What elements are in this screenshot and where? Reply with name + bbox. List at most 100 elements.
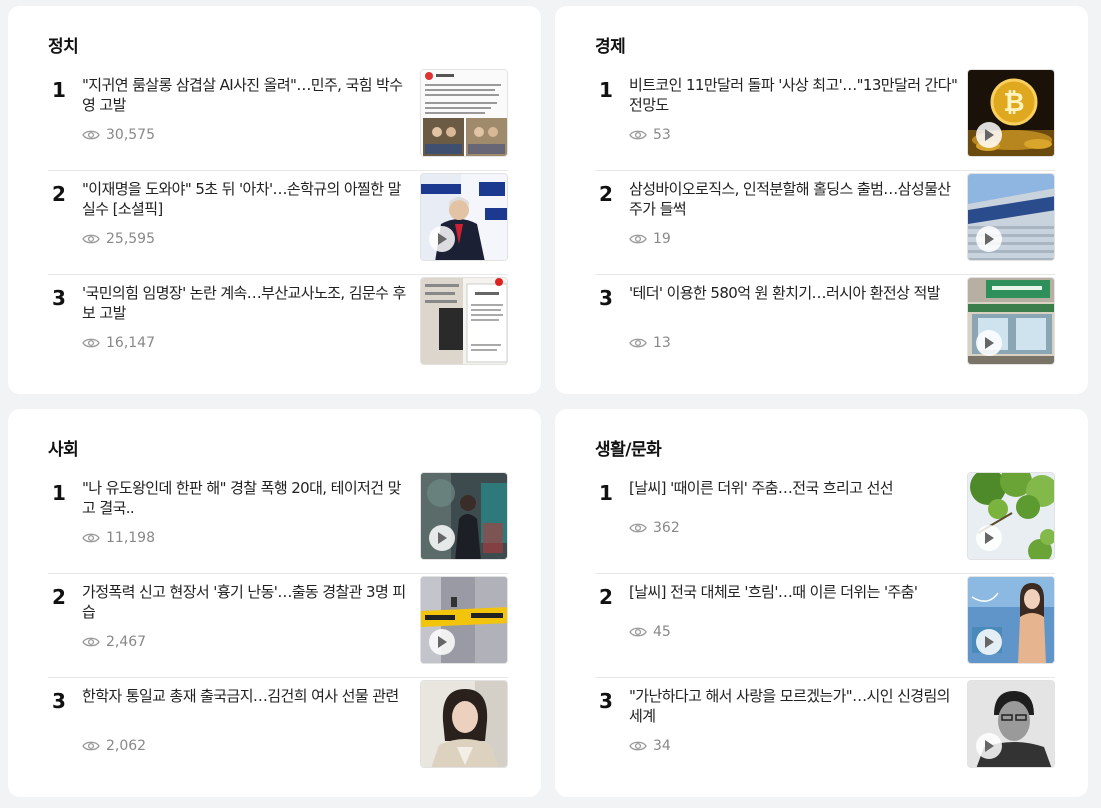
rank-number: 3 (52, 689, 66, 713)
thumbnail-image[interactable] (420, 472, 508, 560)
thumbnail-image[interactable] (967, 173, 1055, 261)
eye-icon (629, 130, 647, 140)
appointment-letter-document-icon (421, 278, 507, 364)
headline-link[interactable]: "나 유도왕인데 한판 해" 경찰 폭행 20대, 테이저건 맞고 결국.. (82, 478, 412, 518)
view-count-value: 2,467 (106, 634, 147, 650)
headline-link[interactable]: 비트코인 11만달러 돌파 '사상 최고'…"13만달러 간다" 전망도 (629, 75, 959, 115)
view-count-value: 45 (653, 624, 671, 640)
eye-icon (82, 234, 100, 244)
ranking-list: 1 [날씨] '때이른 더위' 주춤…전국 흐리고 선선 362 2 [날씨] … (595, 470, 1055, 782)
view-count-value: 11,198 (106, 530, 155, 546)
view-count-value: 19 (653, 231, 671, 247)
view-count-value: 25,595 (106, 231, 155, 247)
thumbnail-image[interactable] (967, 576, 1055, 664)
view-count-value: 53 (653, 127, 671, 143)
rank-number: 3 (52, 286, 66, 310)
view-count: 19 (629, 231, 671, 247)
thumbnail-image[interactable]: ₿ (967, 69, 1055, 157)
rank-number: 1 (52, 481, 66, 505)
section-title: 정치 (48, 37, 79, 57)
thumbnail-image[interactable] (967, 472, 1055, 560)
headline-link[interactable]: "이재명을 도와야" 5초 뒤 '아차'…손학규의 아찔한 말실수 [소셜픽] (82, 179, 412, 219)
eye-icon (82, 637, 100, 647)
list-item[interactable]: 2 "이재명을 도와야" 5초 뒤 '아차'…손학규의 아찔한 말실수 [소셜픽… (48, 171, 508, 275)
thumbnail-image[interactable] (967, 277, 1055, 365)
thumbnail-image[interactable] (420, 277, 508, 365)
woman-portrait-icon (421, 681, 507, 767)
section-title: 생활/문화 (595, 440, 662, 460)
view-count: 45 (629, 624, 671, 640)
play-icon (976, 226, 1002, 252)
play-icon (429, 226, 455, 252)
list-item[interactable]: 3 "가난하다고 해서 사랑을 모르겠는가"…시인 신경림의 세계 34 (595, 678, 1055, 782)
list-item[interactable]: 3 '국민의힘 임명장' 논란 계속…부산교사노조, 김문수 후보 고발 16,… (48, 275, 508, 379)
news-section-politics: 정치 1 "지귀연 룸살롱 삼겹살 AI사진 올려"…민주, 국힘 박수영 고발… (8, 6, 541, 394)
list-item[interactable]: 3 한학자 통일교 총재 출국금지…김건희 여사 선물 관련 2,062 (48, 678, 508, 782)
headline-link[interactable]: [날씨] '때이른 더위' 주춤…전국 흐리고 선선 (629, 478, 959, 498)
headline-link[interactable]: '국민의힘 임명장' 논란 계속…부산교사노조, 김문수 후보 고발 (82, 283, 412, 323)
view-count: 53 (629, 127, 671, 143)
rank-number: 2 (52, 182, 66, 206)
eye-icon (82, 130, 100, 140)
thumbnail-image[interactable] (420, 576, 508, 664)
view-count: 11,198 (82, 530, 155, 546)
thumbnail-image[interactable] (420, 173, 508, 261)
play-icon (429, 629, 455, 655)
view-count: 13 (629, 335, 671, 351)
view-count-value: 30,575 (106, 127, 155, 143)
section-title: 경제 (595, 37, 626, 57)
rank-number: 3 (599, 689, 613, 713)
view-count: 2,062 (82, 738, 146, 754)
list-item[interactable]: 2 [날씨] 전국 대체로 '흐림'…때 이른 더위는 '주춤' 45 (595, 574, 1055, 678)
view-count-value: 34 (653, 738, 671, 754)
rank-number: 1 (599, 481, 613, 505)
eye-icon (629, 523, 647, 533)
view-count: 25,595 (82, 231, 155, 247)
view-count-value: 362 (653, 520, 680, 536)
thumbnail-image[interactable] (967, 680, 1055, 768)
view-count: 16,147 (82, 335, 155, 351)
list-item[interactable]: 3 '테더' 이용한 580억 원 환치기…러시아 환전상 적발 13 (595, 275, 1055, 379)
headline-link[interactable]: 삼성바이오로직스, 인적분할해 홀딩스 출범…삼성물산 주가 들썩 (629, 179, 959, 219)
svg-text:₿: ₿ (1003, 88, 1024, 118)
view-count-value: 2,062 (106, 738, 147, 754)
list-item[interactable]: 1 "나 유도왕인데 한판 해" 경찰 폭행 20대, 테이저건 맞고 결국..… (48, 470, 508, 574)
thumbnail-image[interactable] (420, 680, 508, 768)
headline-link[interactable]: "지귀연 룸살롱 삼겹살 AI사진 올려"…민주, 국힘 박수영 고발 (82, 75, 412, 115)
rank-number: 2 (599, 585, 613, 609)
play-icon (976, 733, 1002, 759)
rank-number: 2 (599, 182, 613, 206)
eye-icon (629, 234, 647, 244)
ranking-list: 1 "지귀연 룸살롱 삼겹살 AI사진 올려"…민주, 국힘 박수영 고발 30… (48, 67, 508, 379)
eye-icon (629, 741, 647, 751)
play-icon (976, 525, 1002, 551)
eye-icon (82, 533, 100, 543)
list-item[interactable]: 1 비트코인 11만달러 돌파 '사상 최고'…"13만달러 간다" 전망도 5… (595, 67, 1055, 171)
headline-link[interactable]: "가난하다고 해서 사랑을 모르겠는가"…시인 신경림의 세계 (629, 686, 959, 726)
social-post-screenshot-icon (421, 70, 507, 156)
section-title: 사회 (48, 440, 79, 460)
headline-link[interactable]: '테더' 이용한 580억 원 환치기…러시아 환전상 적발 (629, 283, 959, 303)
eye-icon (82, 338, 100, 348)
ranking-list: 1 비트코인 11만달러 돌파 '사상 최고'…"13만달러 간다" 전망도 5… (595, 67, 1055, 379)
eye-icon (629, 338, 647, 348)
list-item[interactable]: 2 가정폭력 신고 현장서 '흉기 난동'…출동 경찰관 3명 피습 2,467 (48, 574, 508, 678)
headline-link[interactable]: 가정폭력 신고 현장서 '흉기 난동'…출동 경찰관 3명 피습 (82, 582, 412, 622)
play-icon (976, 629, 1002, 655)
view-count: 34 (629, 738, 671, 754)
news-section-economy: 경제 1 비트코인 11만달러 돌파 '사상 최고'…"13만달러 간다" 전망… (555, 6, 1088, 394)
eye-icon (82, 741, 100, 751)
list-item[interactable]: 1 "지귀연 룸살롱 삼겹살 AI사진 올려"…민주, 국힘 박수영 고발 30… (48, 67, 508, 171)
view-count: 362 (629, 520, 680, 536)
headline-link[interactable]: 한학자 통일교 총재 출국금지…김건희 여사 선물 관련 (82, 686, 412, 706)
ranking-list: 1 "나 유도왕인데 한판 해" 경찰 폭행 20대, 테이저건 맞고 결국..… (48, 470, 508, 782)
thumbnail-image[interactable] (420, 69, 508, 157)
news-section-life-culture: 생활/문화 1 [날씨] '때이른 더위' 주춤…전국 흐리고 선선 362 2… (555, 409, 1088, 797)
rank-number: 2 (52, 585, 66, 609)
headline-link[interactable]: [날씨] 전국 대체로 '흐림'…때 이른 더위는 '주춤' (629, 582, 959, 602)
view-count: 30,575 (82, 127, 155, 143)
list-item[interactable]: 1 [날씨] '때이른 더위' 주춤…전국 흐리고 선선 362 (595, 470, 1055, 574)
rank-number: 1 (52, 78, 66, 102)
list-item[interactable]: 2 삼성바이오로직스, 인적분할해 홀딩스 출범…삼성물산 주가 들썩 19 (595, 171, 1055, 275)
news-section-society: 사회 1 "나 유도왕인데 한판 해" 경찰 폭행 20대, 테이저건 맞고 결… (8, 409, 541, 797)
